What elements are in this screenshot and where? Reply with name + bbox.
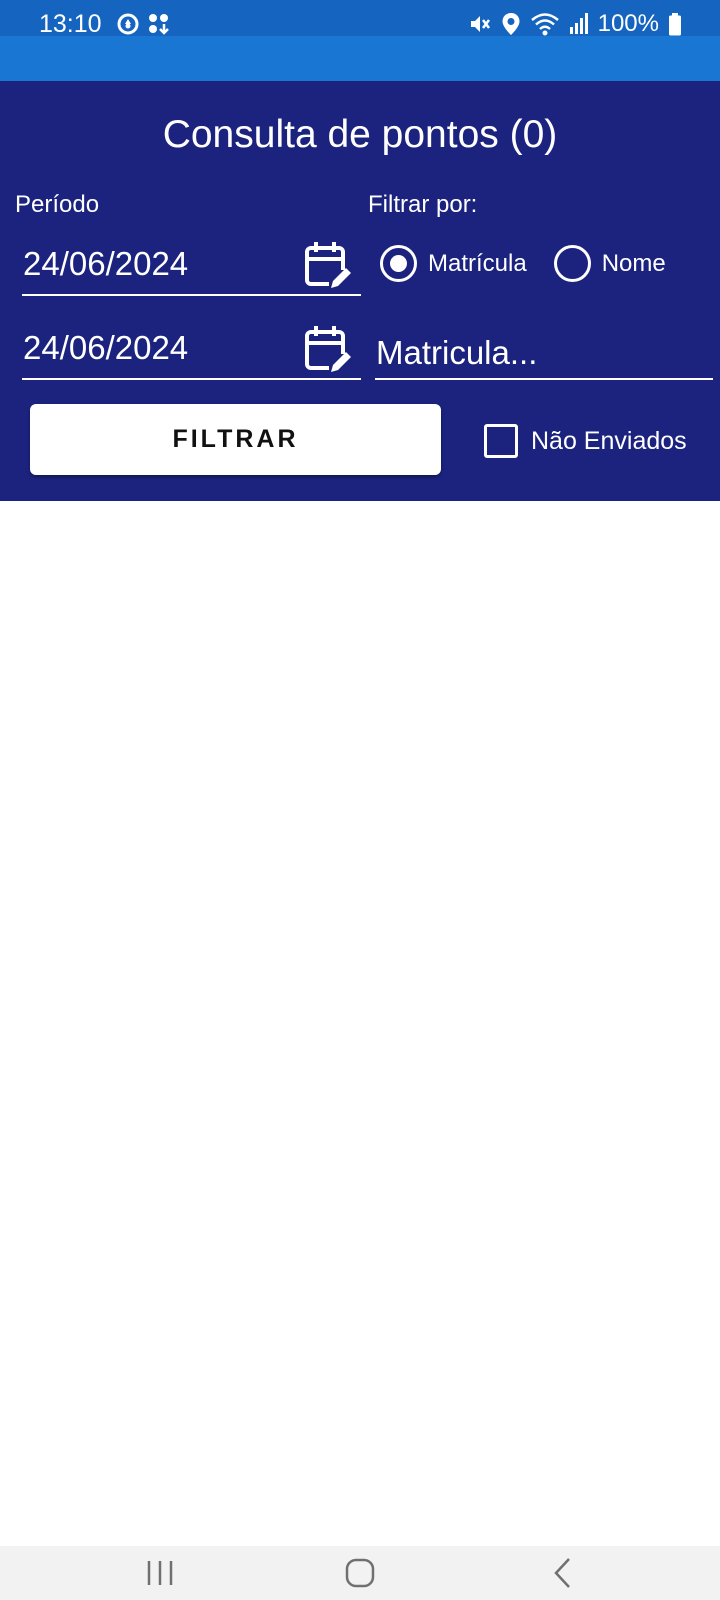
recents-icon	[147, 1561, 173, 1585]
home-icon	[345, 1558, 375, 1588]
battery-percentage: 100%	[597, 10, 659, 37]
checkbox[interactable]	[484, 424, 518, 458]
radio-button-unchecked[interactable]	[553, 245, 591, 282]
sync-icon	[117, 13, 139, 35]
wifi-icon	[530, 13, 559, 36]
status-time: 13:10	[39, 10, 102, 38]
filter-panel: Consulta de pontos (0) Período Filtrar p…	[0, 81, 720, 501]
filter-button[interactable]: FILTRAR	[30, 404, 441, 475]
search-input[interactable]	[375, 324, 713, 380]
signal-icon	[569, 13, 588, 34]
not-sent-label: Não Enviados	[531, 427, 687, 455]
radio-nome-label: Nome	[601, 249, 666, 277]
home-button[interactable]	[315, 1546, 405, 1600]
location-icon	[502, 13, 520, 35]
start-date-value: 24/06/2024	[23, 245, 189, 282]
status-left-icons	[116, 12, 171, 36]
app-bar	[0, 36, 720, 81]
screen: 13:10 100% Consulta de pontos (0) Períod…	[0, 0, 720, 1600]
status-right: 100%	[468, 10, 682, 38]
navigation-bar	[0, 1546, 720, 1600]
app-notification-icon	[149, 14, 169, 35]
mute-icon	[470, 16, 490, 32]
radio-matricula[interactable]: Matrícula	[380, 245, 527, 282]
filter-by-radio-group: Matrícula Nome	[380, 245, 666, 282]
start-date-field[interactable]: 24/06/2024	[22, 240, 361, 296]
back-icon	[554, 1558, 570, 1588]
radio-button-checked[interactable]	[380, 245, 417, 282]
end-date-value: 24/06/2024	[23, 329, 189, 366]
not-sent-checkbox[interactable]: Não Enviados	[484, 424, 687, 458]
radio-matricula-label: Matrícula	[428, 249, 527, 277]
radio-nome[interactable]: Nome	[553, 245, 666, 282]
status-bar: 13:10 100%	[0, 0, 720, 38]
end-date-field[interactable]: 24/06/2024	[22, 324, 361, 380]
battery-icon	[669, 13, 681, 36]
calendar-edit-icon[interactable]	[303, 324, 353, 374]
results-list	[0, 501, 720, 1546]
calendar-edit-icon[interactable]	[303, 240, 353, 290]
recents-button[interactable]	[115, 1546, 205, 1600]
back-button[interactable]	[518, 1546, 608, 1600]
period-label: Período	[15, 191, 100, 218]
page-title: Consulta de pontos (0)	[162, 113, 558, 156]
filter-button-label: FILTRAR	[172, 425, 299, 453]
filter-by-label: Filtrar por:	[368, 191, 478, 218]
